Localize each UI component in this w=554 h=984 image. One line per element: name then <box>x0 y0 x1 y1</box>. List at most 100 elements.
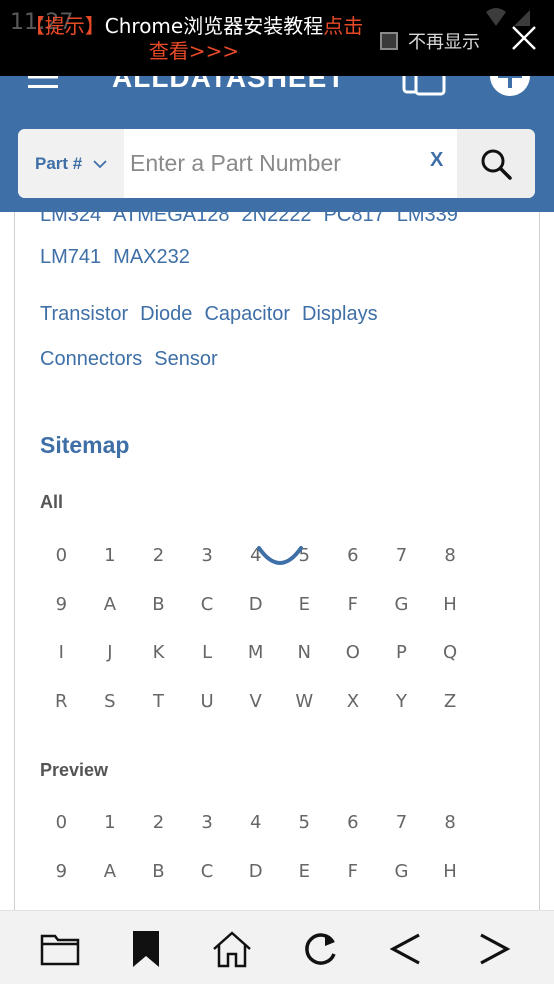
dont-show-again-option[interactable]: 不再显示 <box>380 28 480 54</box>
sitemap-char-link[interactable]: D <box>231 848 280 897</box>
sitemap-preview-grid: 012345678 9ABCDEFGH <box>37 799 497 896</box>
sitemap-char-link[interactable]: Q <box>426 629 475 678</box>
part-link[interactable]: LM339 <box>397 212 458 227</box>
sitemap-all-label: All <box>40 492 64 512</box>
banner-main-text: Chrome浏览器安装教程 <box>104 14 324 38</box>
category-link[interactable]: Capacitor <box>204 303 290 326</box>
sitemap-char-link[interactable]: F <box>329 581 378 630</box>
sitemap-char-link[interactable]: 2 <box>134 532 183 581</box>
sitemap-char-link[interactable]: Z <box>426 678 475 727</box>
folder-button[interactable] <box>38 929 82 969</box>
dont-show-label: 不再显示 <box>408 32 480 53</box>
notification-banner: 11:27 【提示】Chrome浏览器安装教程点击 查看>>> 不再显示 <box>0 0 554 76</box>
sitemap-char-link[interactable]: 1 <box>86 799 135 848</box>
sitemap-char-link[interactable]: T <box>134 678 183 727</box>
banner-link-1[interactable]: 点击 <box>323 14 363 38</box>
sitemap-title: Sitemap <box>40 432 130 458</box>
part-link[interactable]: MAX232 <box>113 246 190 269</box>
sitemap-char-link[interactable]: 3 <box>183 799 232 848</box>
search-icon <box>481 149 512 180</box>
sitemap-char-link[interactable]: I <box>37 629 86 678</box>
back-button[interactable] <box>384 929 428 969</box>
sitemap-char-link[interactable]: S <box>86 678 135 727</box>
sitemap-char-link[interactable]: F <box>329 848 378 897</box>
sitemap-char-link[interactable]: 9 <box>37 581 86 630</box>
sitemap-char-link[interactable]: 8 <box>426 532 475 581</box>
bottom-navigation-bar <box>0 910 554 984</box>
sitemap-char-link[interactable]: N <box>280 629 329 678</box>
category-link[interactable]: Transistor <box>40 303 128 326</box>
sitemap-char-link[interactable]: 6 <box>329 799 378 848</box>
category-row: Transistor Diode Capacitor Displays <box>40 303 390 326</box>
category-link[interactable]: Displays <box>302 303 378 326</box>
sitemap-char-link[interactable]: A <box>86 581 135 630</box>
sitemap-char-link[interactable]: C <box>183 848 232 897</box>
forward-arrow-icon <box>480 933 511 965</box>
sitemap-char-link[interactable]: X <box>329 678 378 727</box>
search-button[interactable] <box>457 129 535 198</box>
forward-button[interactable] <box>472 929 516 969</box>
sitemap-char-link[interactable]: H <box>426 848 475 897</box>
refresh-button[interactable] <box>298 929 342 969</box>
sitemap-char-link[interactable]: E <box>280 581 329 630</box>
part-number-input[interactable] <box>130 143 420 183</box>
sitemap-char-link[interactable]: E <box>280 848 329 897</box>
loading-spinner-icon <box>257 546 303 565</box>
sitemap-char-link[interactable]: 4 <box>231 799 280 848</box>
sitemap-char-link[interactable]: Y <box>377 678 426 727</box>
sitemap-char-link[interactable]: R <box>37 678 86 727</box>
sitemap-char-link[interactable]: 3 <box>183 532 232 581</box>
sitemap-char-link[interactable]: M <box>231 629 280 678</box>
category-row: Connectors Sensor <box>40 348 230 371</box>
sitemap-char-link[interactable]: W <box>280 678 329 727</box>
sitemap-char-link[interactable]: D <box>231 581 280 630</box>
close-icon[interactable] <box>510 24 538 52</box>
category-link[interactable]: Diode <box>140 303 192 326</box>
sitemap-char-link[interactable]: 8 <box>426 799 475 848</box>
sitemap-char-link[interactable]: 0 <box>37 532 86 581</box>
category-link[interactable]: Connectors <box>40 348 142 371</box>
sitemap-char-link[interactable]: B <box>134 581 183 630</box>
sitemap-char-link[interactable]: 7 <box>377 799 426 848</box>
sitemap-char-link[interactable]: P <box>377 629 426 678</box>
sitemap-char-link[interactable]: 6 <box>329 532 378 581</box>
part-link[interactable]: LM741 <box>40 246 101 269</box>
folder-icon <box>40 934 80 966</box>
sitemap-char-link[interactable]: A <box>86 848 135 897</box>
category-link[interactable]: Sensor <box>154 348 217 371</box>
banner-link-2[interactable]: 查看>>> <box>149 39 239 63</box>
part-link[interactable]: PC817 <box>324 212 385 227</box>
banner-message[interactable]: 【提示】Chrome浏览器安装教程点击 查看>>> <box>14 14 374 64</box>
clear-search-button[interactable]: X <box>430 149 443 172</box>
part-link[interactable]: ATMEGA128 <box>113 212 229 227</box>
sitemap-char-link[interactable]: 1 <box>86 532 135 581</box>
sitemap-char-link[interactable]: U <box>183 678 232 727</box>
sitemap-char-link[interactable]: K <box>134 629 183 678</box>
part-link[interactable]: 2N2222 <box>242 212 312 227</box>
banner-prefix: 【提示】 <box>24 14 105 38</box>
content-card: LM324 ATMEGA128 2N2222 PC817 LM339 LM741… <box>14 212 540 922</box>
popular-parts-row: LM741 MAX232 <box>40 246 202 269</box>
sitemap-char-link[interactable]: B <box>134 848 183 897</box>
sitemap-char-link[interactable]: H <box>426 581 475 630</box>
bookmark-button[interactable] <box>124 929 168 969</box>
sitemap-char-link[interactable]: O <box>329 629 378 678</box>
back-arrow-icon <box>389 933 420 965</box>
sitemap-char-link[interactable]: 7 <box>377 532 426 581</box>
sitemap-char-link[interactable]: 9 <box>37 848 86 897</box>
sitemap-char-link[interactable]: 5 <box>280 799 329 848</box>
dont-show-checkbox[interactable] <box>380 32 398 50</box>
part-type-dropdown[interactable]: Part # <box>18 129 124 198</box>
sitemap-char-link[interactable]: V <box>231 678 280 727</box>
sitemap-char-link[interactable]: 0 <box>37 799 86 848</box>
refresh-icon <box>305 933 336 965</box>
sitemap-char-link[interactable]: J <box>86 629 135 678</box>
part-link[interactable]: LM324 <box>40 212 101 227</box>
sitemap-char-link[interactable]: G <box>377 848 426 897</box>
home-button[interactable] <box>210 929 254 969</box>
sitemap-char-link[interactable]: 2 <box>134 799 183 848</box>
home-icon <box>213 931 251 968</box>
sitemap-char-link[interactable]: L <box>183 629 232 678</box>
sitemap-char-link[interactable]: C <box>183 581 232 630</box>
sitemap-char-link[interactable]: G <box>377 581 426 630</box>
